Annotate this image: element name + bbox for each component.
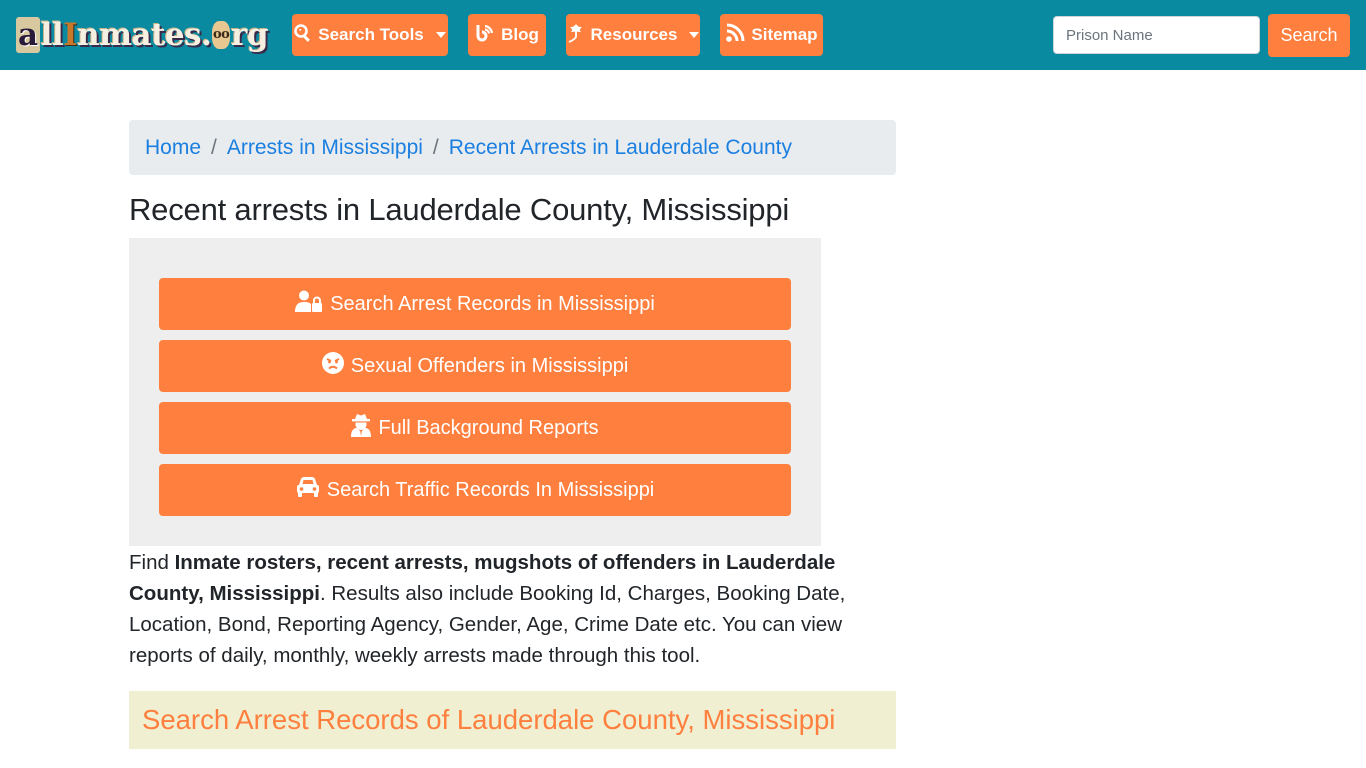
nav-label: Sitemap [751,25,818,44]
full-background-reports-button[interactable]: Full Background Reports [159,402,791,454]
leaf-icon [567,23,585,48]
user-lock-icon [295,290,323,318]
user-secret-icon [351,413,372,443]
nav-blog-link[interactable]: Blog [468,14,546,56]
search-arrest-records-button[interactable]: Search Arrest Records in Mississippi [159,278,791,330]
nav-label: Resources [590,25,678,44]
button-label: Sexual Offenders in Mississippi [350,354,629,377]
breadcrumb-separator: / [432,135,439,159]
angry-face-icon [321,352,344,380]
caret-down-icon [689,32,700,38]
breadcrumb-arrests-mississippi[interactable]: Arrests in Mississippi [227,136,423,160]
description-prefix: Find [129,551,175,574]
breadcrumb: Home / Arrests in Mississippi / Recent A… [129,120,896,175]
nav-search-tools-dropdown[interactable]: Search Tools [292,14,448,56]
nav-label: Search Tools [318,25,424,44]
search-records-section-header: Search Arrest Records of Lauderdale Coun… [129,691,896,749]
top-navbar: a ll I nmates. oo rg Search Tools Blog R… [0,0,1366,70]
search-icon [294,23,312,47]
button-label: Search Arrest Records in Mississippi [330,292,655,315]
page-description: Find Inmate rosters, recent arrests, mug… [129,547,849,671]
caret-down-icon [435,32,446,38]
nav-sitemap-link[interactable]: Sitemap [720,14,823,56]
button-label: Full Background Reports [378,416,599,439]
section-heading: Search Arrest Records of Lauderdale Coun… [142,704,836,735]
handcuffs-icon: oo [212,21,230,49]
page-title: Recent arrests in Lauderdale County, Mis… [129,192,790,227]
breadcrumb-current-page[interactable]: Recent Arrests in Lauderdale County [449,136,792,160]
button-label: Search Traffic Records In Mississippi [326,478,655,501]
logo-part: a [16,17,40,53]
logo-part: rg [230,17,269,53]
sexual-offenders-button[interactable]: Sexual Offenders in Mississippi [159,340,791,392]
nav-resources-dropdown[interactable]: Resources [566,14,700,56]
action-buttons-panel: Search Arrest Records in Mississippi Sex… [129,238,821,546]
nav-label: Blog [501,25,539,44]
logo-part: I [63,17,78,53]
car-icon [296,476,320,504]
logo-part: nmates. [77,17,212,53]
breadcrumb-separator: / [211,135,217,159]
prison-name-search-input[interactable] [1053,16,1260,54]
search-traffic-records-button[interactable]: Search Traffic Records In Mississippi [159,464,791,516]
logo-part: ll [40,17,64,53]
rss-icon [725,23,745,48]
search-button[interactable]: Search [1268,14,1350,57]
breadcrumb-home[interactable]: Home [145,136,201,160]
blog-icon [475,23,495,48]
site-logo[interactable]: a ll I nmates. oo rg [16,14,269,56]
